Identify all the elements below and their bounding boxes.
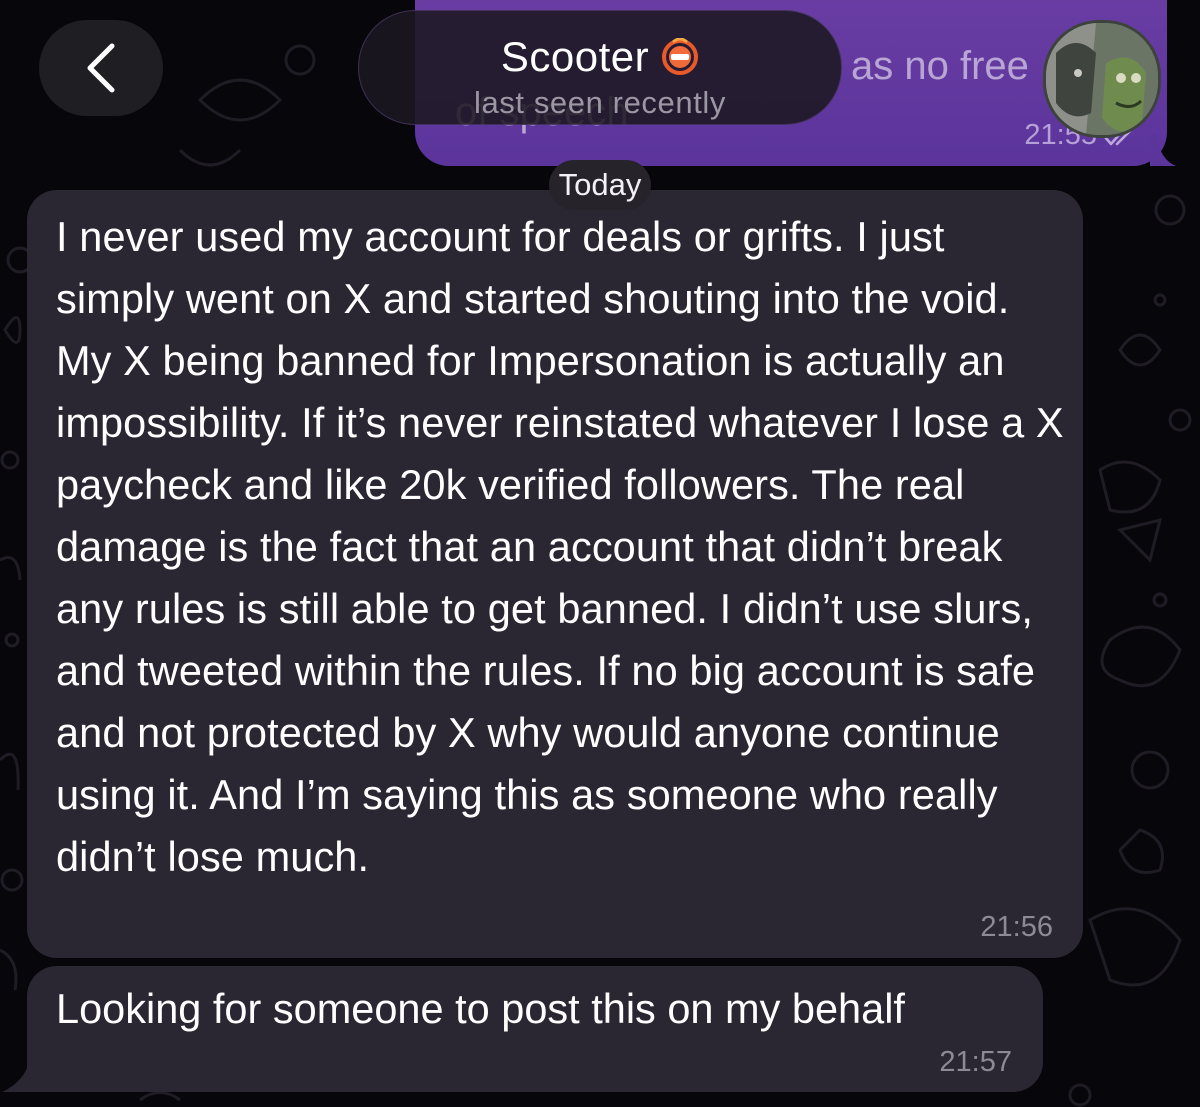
incoming-message-bubble[interactable]: Looking for someone to post this on my b… bbox=[27, 966, 1043, 1092]
incoming-bubble-tail bbox=[2, 1060, 40, 1092]
message-text: Looking for someone to post this on my b… bbox=[56, 985, 905, 1032]
message-text: I never used my account for deals or gri… bbox=[56, 213, 1064, 880]
chat-header-title[interactable]: Scooter last seen recently bbox=[358, 10, 842, 125]
chevron-left-icon bbox=[87, 43, 115, 93]
outgoing-message-text: as no free bbox=[851, 44, 1029, 88]
back-button[interactable] bbox=[39, 20, 163, 116]
avatar-image bbox=[1046, 23, 1158, 135]
contact-name: Scooter bbox=[500, 33, 650, 80]
contact-last-seen: last seen recently bbox=[473, 85, 727, 120]
incoming-message-bubble[interactable]: I never used my account for deals or gri… bbox=[27, 190, 1083, 958]
no-entry-emoji-icon bbox=[662, 38, 699, 75]
contact-avatar[interactable] bbox=[1043, 20, 1161, 138]
date-separator: Today bbox=[549, 160, 651, 210]
outgoing-bubble-tail bbox=[1150, 134, 1176, 166]
message-time: 21:56 bbox=[980, 911, 1053, 943]
message-time: 21:57 bbox=[939, 1046, 1012, 1078]
